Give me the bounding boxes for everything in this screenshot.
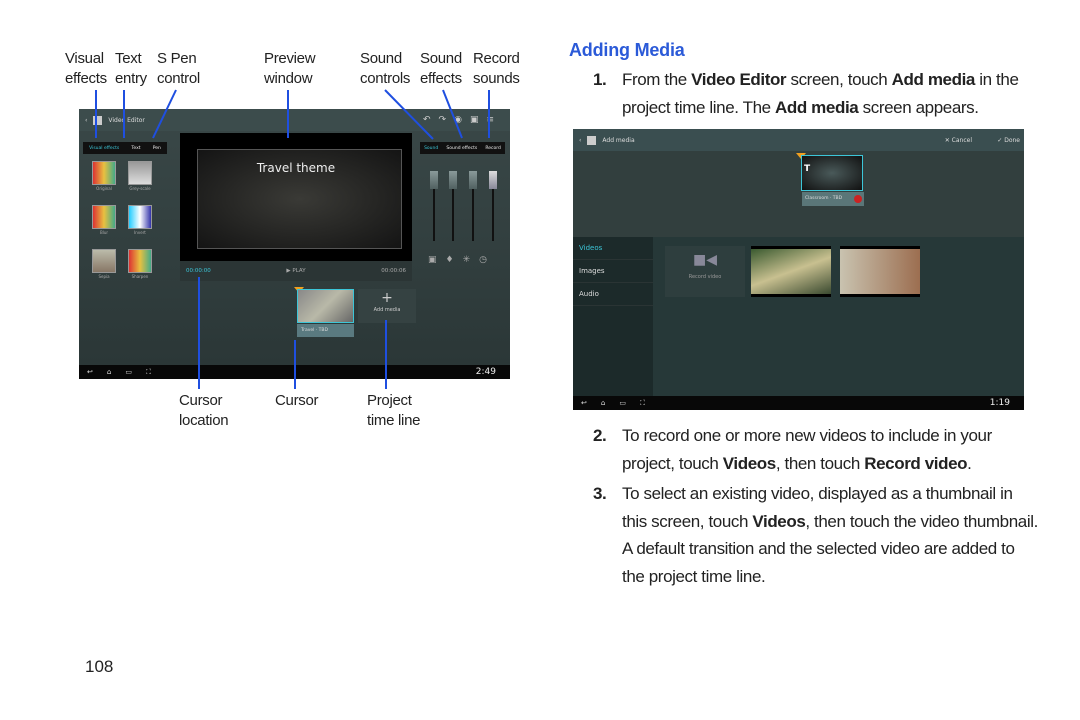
cancel-label: Cancel — [951, 136, 972, 144]
add-media-screenshot: ‹ Add media ✕ Cancel ✓ Done T Classroom … — [573, 129, 1024, 410]
clip-label: Classroom · TBD — [805, 196, 843, 201]
ui-term: Videos — [722, 453, 776, 473]
done-label: Done — [1004, 136, 1020, 144]
back-icon: ‹ — [579, 136, 582, 144]
step-number: 3. — [593, 484, 607, 503]
callout-cursor: Cursor — [275, 392, 319, 409]
text-run: , then touch — [775, 453, 865, 473]
clock: 1:19 — [989, 398, 1010, 408]
ui-term: Video Editor — [691, 70, 787, 89]
text-run: . — [967, 453, 972, 473]
media-type-sidebar: Videos Images Audio — [573, 237, 653, 396]
ui-term: Add media — [891, 70, 976, 89]
sidebar-item-videos[interactable]: Videos — [573, 237, 653, 260]
add-media-action-bar: ‹ Add media ✕ Cancel ✓ Done — [573, 129, 1024, 151]
record-video-button[interactable]: ■◀ Record video — [665, 246, 745, 297]
text-run: From the — [622, 70, 692, 89]
callout-line — [152, 89, 177, 139]
clip-label-bar: Classroom · TBD — [802, 192, 864, 206]
page-number: 108 — [85, 657, 114, 676]
done-button[interactable]: ✓ Done — [997, 137, 1020, 144]
video-thumbnail[interactable] — [840, 246, 920, 297]
step-text: To record one or more new videos to incl… — [622, 422, 1038, 477]
cancel-button[interactable]: ✕ Cancel — [945, 137, 972, 144]
screenshot-icon[interactable]: ⛶ — [640, 399, 645, 408]
project-timeline — [573, 151, 1024, 237]
close-icon: ✕ — [944, 136, 952, 144]
remove-clip-icon[interactable] — [854, 195, 862, 203]
step-number: 2. — [593, 426, 607, 445]
text-run: screen, touch — [786, 70, 892, 89]
step-number: 1. — [593, 70, 607, 89]
sidebar-item-audio[interactable]: Audio — [573, 283, 653, 306]
app-icon — [587, 135, 597, 145]
callout-line — [384, 89, 434, 140]
step-3: 3. To select an existing video, displayed… — [593, 480, 1038, 590]
screen-title: Add media — [602, 136, 635, 144]
text-run: screen appears. — [858, 97, 979, 117]
section-heading: Adding Media — [569, 40, 685, 60]
step-1: 1. From the Video Editor screen, touch Ad… — [593, 66, 1038, 121]
recent-apps-icon[interactable]: ▭ — [619, 399, 626, 407]
callout-cursor-location: Cursor location — [179, 392, 229, 429]
video-thumbnail[interactable] — [751, 246, 831, 297]
sidebar-item-images[interactable]: Images — [573, 260, 653, 283]
timeline-clip[interactable]: T — [801, 155, 863, 191]
callout-lines — [95, 89, 490, 389]
home-icon[interactable]: ⌂ — [601, 399, 605, 407]
step-text: From the Video Editor screen, touch Add … — [622, 66, 1038, 121]
callout-project-time-line: Project time line — [367, 392, 421, 429]
ui-term: Record video — [864, 453, 968, 473]
step-2: 2. To record one or more new videos to in… — [593, 422, 1038, 477]
callout-line — [442, 89, 463, 139]
record-video-label: Record video — [688, 274, 722, 280]
video-camera-icon: ■◀ — [693, 252, 717, 268]
ui-term: Videos — [752, 511, 806, 531]
text-icon: T — [804, 164, 811, 174]
step-text: To select an existing video, displayed a… — [622, 480, 1038, 590]
system-nav-bar: ↩ ⌂ ▭ ⛶ 1:19 — [573, 396, 1024, 410]
back-nav-icon[interactable]: ↩ — [581, 399, 587, 407]
ui-term: Add media — [775, 97, 859, 117]
